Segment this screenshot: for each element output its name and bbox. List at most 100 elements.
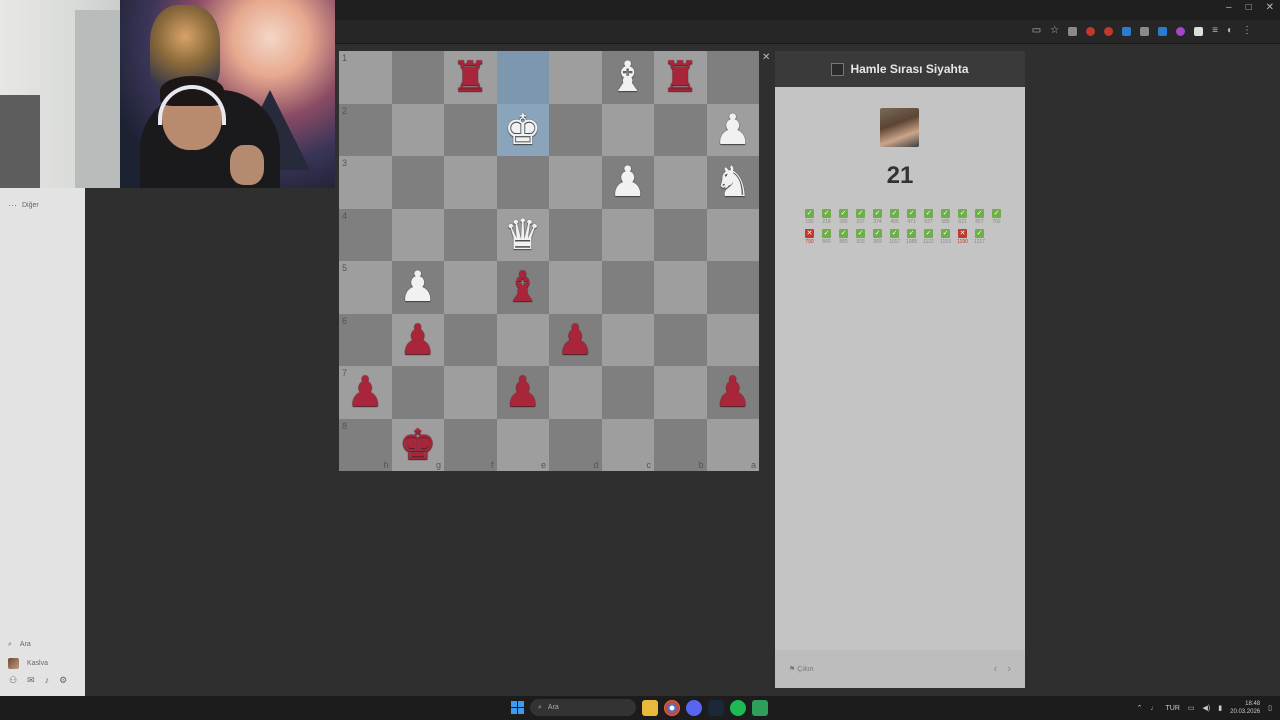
- board-square-d2[interactable]: [549, 103, 602, 156]
- exit-button[interactable]: ⚑ Çıkın: [789, 665, 814, 673]
- steam-icon[interactable]: [708, 699, 724, 716]
- result-item[interactable]: ✓ 657: [973, 209, 986, 225]
- result-item[interactable]: ✕ 1190: [956, 229, 969, 245]
- board-square-a3[interactable]: ♞: [706, 156, 759, 209]
- board-square-g6[interactable]: ♟: [391, 313, 444, 366]
- result-item[interactable]: ✓ 285: [837, 209, 850, 225]
- red-piece[interactable]: ♟: [399, 318, 437, 361]
- red-piece[interactable]: ♟: [714, 371, 752, 413]
- board-square-c5[interactable]: [601, 261, 654, 314]
- board-square-g2[interactable]: [391, 103, 444, 156]
- battery-icon[interactable]: ▮: [1218, 704, 1222, 712]
- board-square-a5[interactable]: [706, 261, 759, 314]
- board-square-f1[interactable]: ♜: [444, 51, 497, 104]
- next-button[interactable]: ›: [1007, 663, 1011, 675]
- notification-bell-icon[interactable]: ▯: [1268, 704, 1272, 712]
- board-square-d4[interactable]: [549, 208, 602, 261]
- language-indicator[interactable]: TUR: [1166, 705, 1180, 712]
- white-piece[interactable]: ♛: [504, 213, 542, 256]
- result-item[interactable]: ✓ 374: [871, 209, 884, 225]
- board-square-h5[interactable]: 5: [339, 261, 392, 314]
- board-square-h3[interactable]: 3: [339, 156, 392, 209]
- board-square-e1[interactable]: [496, 51, 549, 104]
- board-square-d5[interactable]: [549, 261, 602, 314]
- board-square-c7[interactable]: [601, 366, 654, 419]
- board-square-c3[interactable]: ♟: [601, 156, 654, 209]
- red-piece[interactable]: ♜: [451, 56, 489, 98]
- result-item[interactable]: ✓ 702: [990, 209, 1003, 225]
- board-square-a6[interactable]: [706, 313, 759, 366]
- start-windows-icon[interactable]: [511, 701, 524, 714]
- board-square-f7[interactable]: [444, 366, 497, 419]
- red-piece[interactable]: ♜: [661, 56, 699, 98]
- result-item[interactable]: ✓ 621: [956, 209, 969, 225]
- taskbar-search[interactable]: ⌕ Ara: [530, 699, 636, 716]
- board-square-h6[interactable]: 6: [339, 313, 392, 366]
- friends-icon[interactable]: ⚇: [9, 675, 17, 686]
- volume-icon[interactable]: ◀): [1203, 704, 1211, 712]
- clock[interactable]: 18:48 20.03.2026: [1230, 700, 1260, 716]
- board-square-a7[interactable]: ♟: [706, 366, 759, 419]
- board-square-b7[interactable]: [654, 366, 707, 419]
- white-piece[interactable]: ♟: [714, 108, 752, 151]
- chevron-up-icon[interactable]: ⌃: [1137, 704, 1143, 712]
- board-square-f5[interactable]: [444, 261, 497, 314]
- white-piece[interactable]: ♟: [399, 266, 437, 308]
- mail-icon[interactable]: ✉: [27, 675, 35, 686]
- sidebar-profile[interactable]: Kaslva: [0, 654, 85, 673]
- close-icon[interactable]: ✕: [762, 52, 770, 63]
- board-square-b1[interactable]: ♜: [654, 51, 707, 104]
- menu-list-icon[interactable]: ≡: [1212, 26, 1218, 36]
- prev-button[interactable]: ‹: [994, 663, 998, 675]
- board-square-h2[interactable]: 2: [339, 103, 392, 156]
- extension-purple-icon[interactable]: [1176, 26, 1186, 36]
- result-item[interactable]: ✓ 527: [922, 209, 935, 225]
- board-square-b5[interactable]: [654, 261, 707, 314]
- board-square-b6[interactable]: [654, 313, 707, 366]
- cast-icon[interactable]: ▭: [1032, 26, 1041, 36]
- board-square-b8[interactable]: b: [654, 418, 707, 471]
- red-piece[interactable]: ♚: [399, 423, 437, 466]
- result-item[interactable]: ✓ 337: [854, 209, 867, 225]
- result-item[interactable]: ✓ 843: [820, 229, 833, 245]
- extensions-puzzle-icon[interactable]: [1194, 26, 1204, 36]
- extension-red-icon[interactable]: [1104, 26, 1114, 36]
- red-piece[interactable]: ♟: [504, 371, 542, 413]
- sidebar-search[interactable]: ⌕ Ara: [0, 635, 85, 654]
- board-square-e6[interactable]: [496, 313, 549, 366]
- board-square-e8[interactable]: e: [496, 418, 549, 471]
- white-piece[interactable]: ♟: [609, 161, 647, 203]
- result-item[interactable]: ✓ 190: [803, 209, 816, 225]
- board-square-h7[interactable]: 7 ♟: [339, 366, 392, 419]
- result-item[interactable]: ✓ 585: [939, 209, 952, 225]
- app-green-icon[interactable]: [752, 699, 768, 716]
- board-square-c8[interactable]: c: [601, 418, 654, 471]
- board-square-c4[interactable]: [601, 208, 654, 261]
- adblock-icon[interactable]: [1086, 26, 1096, 36]
- result-item[interactable]: ✓ 880: [837, 229, 850, 245]
- result-item[interactable]: ✓ 1088: [905, 229, 918, 245]
- result-item[interactable]: ✓ 218: [820, 209, 833, 225]
- board-square-g1[interactable]: [391, 51, 444, 104]
- white-piece[interactable]: ♚: [504, 108, 542, 151]
- board-square-b3[interactable]: [654, 156, 707, 209]
- board-square-d7[interactable]: [549, 366, 602, 419]
- board-square-h8[interactable]: 8h: [339, 418, 392, 471]
- result-item[interactable]: ✓ 1017: [888, 229, 901, 245]
- chrome-icon[interactable]: [664, 699, 680, 716]
- board-square-d8[interactable]: d: [549, 418, 602, 471]
- board-square-f4[interactable]: [444, 208, 497, 261]
- board-square-f6[interactable]: [444, 313, 497, 366]
- board-square-f3[interactable]: [444, 156, 497, 209]
- board-square-a2[interactable]: ♟: [706, 103, 759, 156]
- more-menu-icon[interactable]: ⋮: [1242, 26, 1252, 36]
- board-square-e7[interactable]: ♟: [496, 366, 549, 419]
- result-item[interactable]: ✓ 1217: [973, 229, 986, 245]
- profile-icon[interactable]: ◐: [1227, 26, 1233, 36]
- board-square-h4[interactable]: 4: [339, 208, 392, 261]
- gear-icon[interactable]: ⚙: [59, 675, 67, 686]
- result-item[interactable]: ✓ 471: [905, 209, 918, 225]
- board-square-e2[interactable]: ♚: [496, 103, 549, 156]
- maximize-button[interactable]: □: [1246, 2, 1252, 13]
- board-square-e5[interactable]: ♝: [496, 261, 549, 314]
